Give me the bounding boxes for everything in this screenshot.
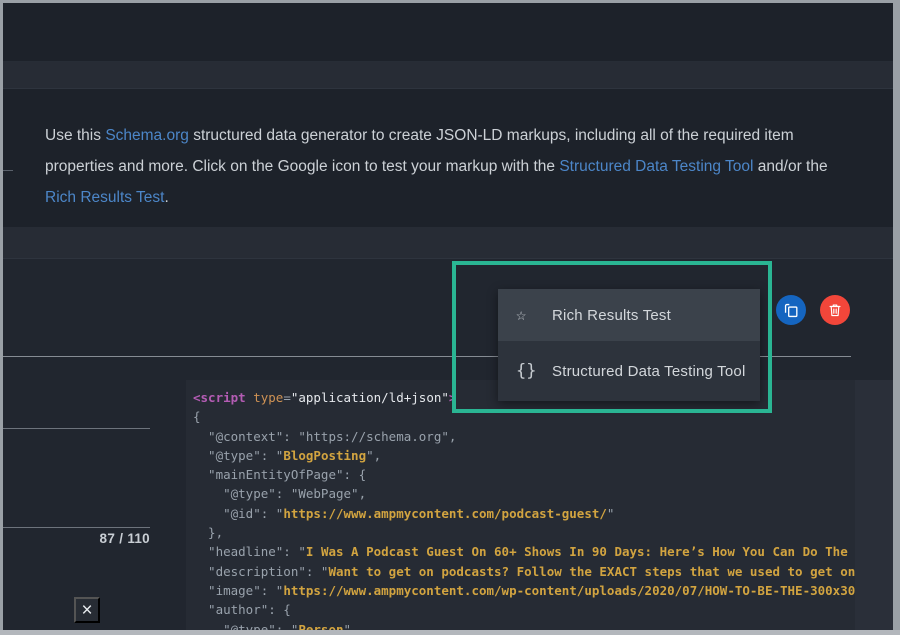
copy-icon xyxy=(784,303,799,318)
code-segment: Person xyxy=(298,622,343,630)
code-segment: "@id": " xyxy=(193,506,283,521)
close-button[interactable]: × xyxy=(74,597,100,623)
code-segment: https://www.ampmycontent.com/wp-content/… xyxy=(283,583,855,598)
code-line: "@type": "BlogPosting", xyxy=(193,446,855,465)
code-segment: }, xyxy=(193,525,223,540)
code-line: "@type": "Person" xyxy=(193,620,855,630)
code-segment: " xyxy=(607,506,615,521)
code-block[interactable]: <script type="application/ld+json"> { "@c… xyxy=(186,380,855,630)
frame-edge xyxy=(0,0,3,635)
intro-text-segment: and/or the xyxy=(754,158,828,175)
delete-button[interactable] xyxy=(820,295,850,325)
toolbar-band xyxy=(3,62,893,89)
header-band xyxy=(3,3,893,62)
menu-item-rich-results-test[interactable]: ☆Rich Results Test xyxy=(498,289,760,341)
intro-link[interactable]: Structured Data Testing Tool xyxy=(559,158,753,175)
input-underline-fragment xyxy=(3,170,13,171)
intro-text-segment: Use this xyxy=(45,127,105,144)
intro-text-segment: . xyxy=(164,189,168,206)
subheader-band xyxy=(3,227,893,259)
code-segment: "application/ld+json" xyxy=(291,390,449,405)
code-line: "@id": "https://www.ampmycontent.com/pod… xyxy=(193,504,855,523)
braces-icon: {} xyxy=(516,361,542,381)
intro-text: Use this Schema.org structured data gene… xyxy=(45,120,857,213)
field-underline xyxy=(3,428,150,429)
code-segment: I Was A Podcast Guest On 60+ Shows In 90… xyxy=(306,544,855,559)
code-segment: Want to get on podcasts? Follow the EXAC… xyxy=(328,564,855,579)
code-segment: ", xyxy=(366,448,381,463)
code-segment: BlogPosting xyxy=(283,448,366,463)
menu-item-label: Rich Results Test xyxy=(542,307,671,324)
close-icon: × xyxy=(81,601,92,620)
star-icon: ☆ xyxy=(516,305,542,325)
trash-icon xyxy=(828,303,842,317)
code-line: }, xyxy=(193,523,855,542)
code-segment: > xyxy=(449,390,457,405)
code-segment: " xyxy=(344,622,352,630)
code-segment: "image": " xyxy=(193,583,283,598)
frame-edge xyxy=(0,630,900,635)
code-segment: "@type": " xyxy=(193,622,298,630)
code-segment: = xyxy=(283,390,291,405)
code-segment: { xyxy=(193,409,201,424)
code-segment: <script xyxy=(193,390,246,405)
intro-link[interactable]: Schema.org xyxy=(105,127,189,144)
frame-edge xyxy=(893,0,900,635)
headline-field-underline xyxy=(3,527,150,528)
code-line: "author": { xyxy=(193,600,855,619)
copy-button[interactable] xyxy=(776,295,806,325)
code-line: "description": "Want to get on podcasts?… xyxy=(193,562,855,581)
code-segment: "@type": " xyxy=(193,448,283,463)
schema-generator-screen: Use this Schema.org structured data gene… xyxy=(0,0,900,635)
code-segment: "mainEntityOfPage": { xyxy=(193,467,366,482)
code-line: "@context": "https://schema.org", xyxy=(193,427,855,446)
code-segment: "author": { xyxy=(193,602,291,617)
code-segment: https://www.ampmycontent.com/podcast-gue… xyxy=(283,506,607,521)
code-line: "headline": "I Was A Podcast Guest On 60… xyxy=(193,542,855,561)
code-segment: "@context": "https://schema.org", xyxy=(193,429,456,444)
code-line: "mainEntityOfPage": { xyxy=(193,465,855,484)
intro-link[interactable]: Rich Results Test xyxy=(45,189,164,206)
character-counter: 87 / 110 xyxy=(40,531,150,546)
code-segment: "@type": "WebPage", xyxy=(193,486,366,501)
test-menu: ☆Rich Results Test{}Structured Data Test… xyxy=(498,289,760,401)
frame-edge xyxy=(0,0,900,3)
code-segment: "description": " xyxy=(193,564,328,579)
code-output-panel: <script type="application/ld+json"> { "@c… xyxy=(186,380,893,630)
code-line: "@type": "WebPage", xyxy=(193,484,855,503)
code-segment: "headline": " xyxy=(193,544,306,559)
menu-item-structured-data-testing-tool[interactable]: {}Structured Data Testing Tool xyxy=(498,341,760,401)
menu-item-label: Structured Data Testing Tool xyxy=(542,363,746,380)
code-segment: type xyxy=(253,390,283,405)
code-line: "image": "https://www.ampmycontent.com/w… xyxy=(193,581,855,600)
code-line: { xyxy=(193,407,855,426)
